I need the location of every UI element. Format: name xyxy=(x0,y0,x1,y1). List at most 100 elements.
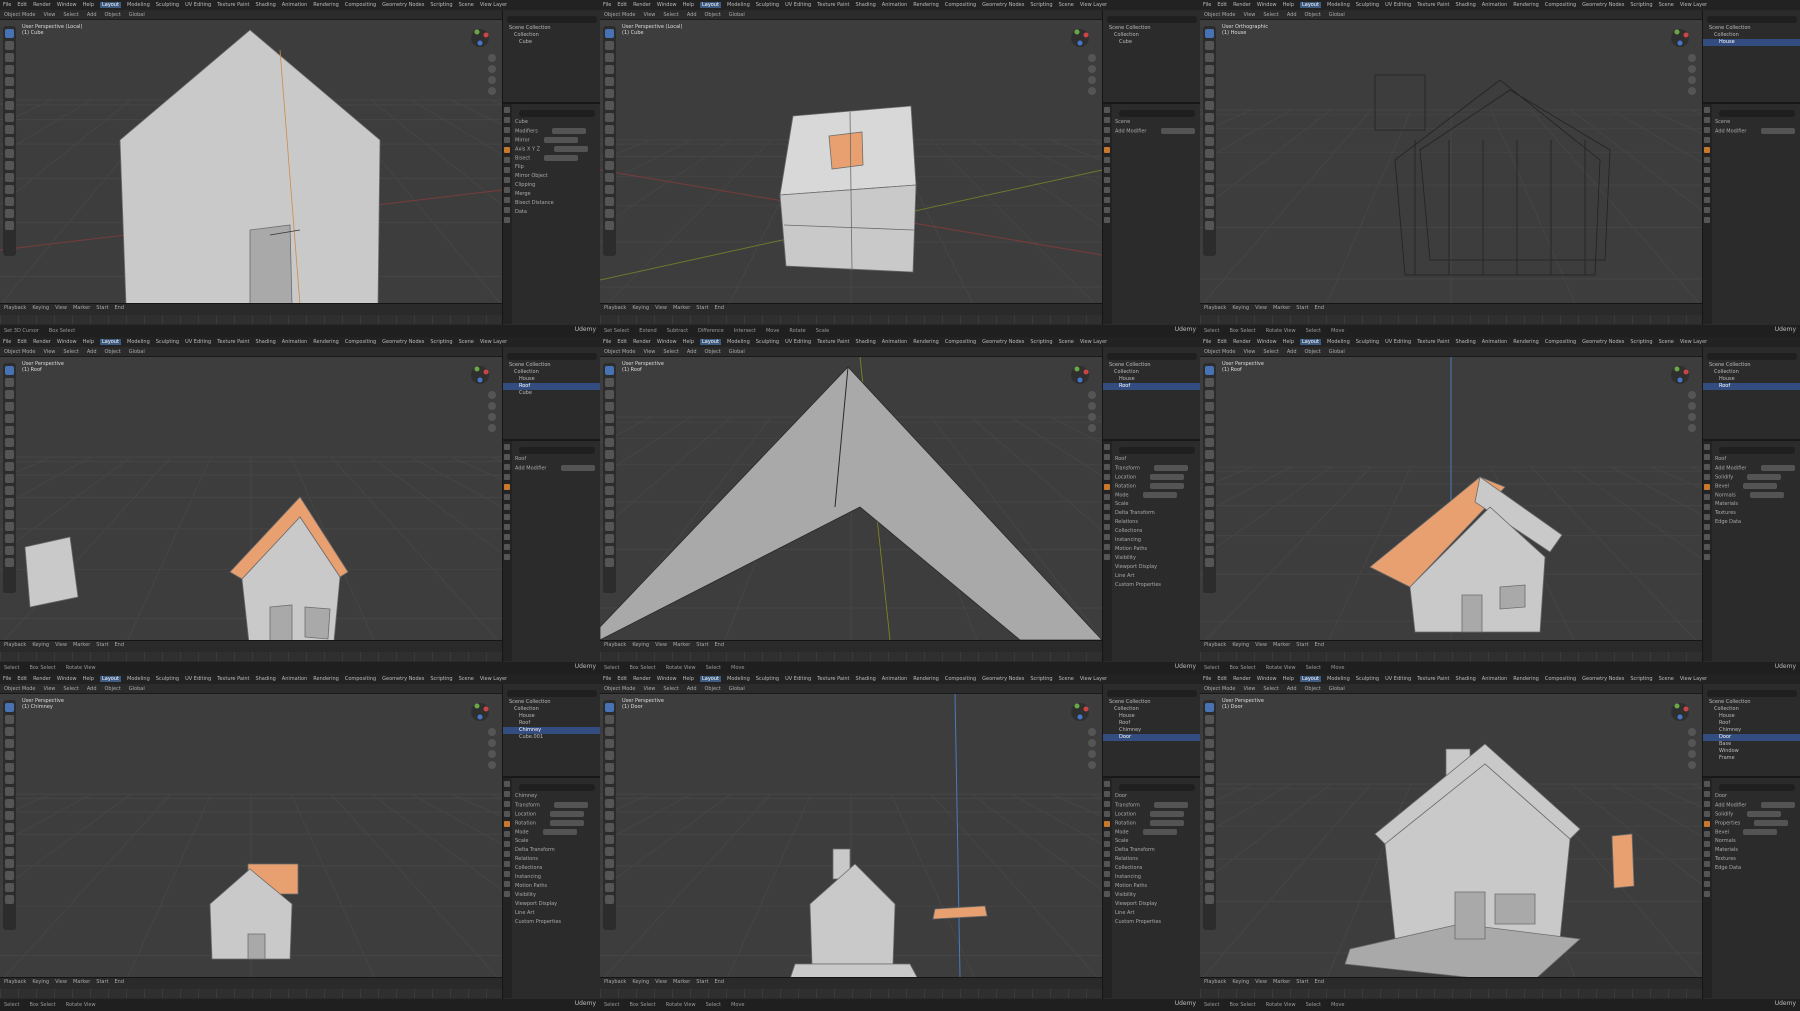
timeline-menu-marker[interactable]: Marker xyxy=(673,642,690,648)
outliner-search[interactable] xyxy=(1707,690,1797,697)
menu-edit[interactable]: Edit xyxy=(1217,2,1227,8)
menu-window[interactable]: Window xyxy=(1257,2,1277,8)
properties-tab-icon[interactable] xyxy=(1704,474,1710,480)
view-layer-selector[interactable]: View Layer xyxy=(1080,2,1107,8)
outliner-item[interactable]: Scene Collection xyxy=(1103,25,1200,32)
workspace-tab-animation[interactable]: Animation xyxy=(1482,2,1508,8)
tool-button[interactable] xyxy=(1205,197,1214,206)
properties-tab-icon[interactable] xyxy=(1104,217,1110,223)
properties-search[interactable] xyxy=(1719,110,1795,117)
properties-tab-icon[interactable] xyxy=(1104,167,1110,173)
tool-button[interactable] xyxy=(1205,823,1214,832)
workspace-tab-shading[interactable]: Shading xyxy=(1455,2,1475,8)
viewport-menu-view[interactable]: View xyxy=(644,12,656,18)
3d-viewport[interactable]: User Perspective (1) Roof xyxy=(1200,357,1702,640)
tool-button[interactable] xyxy=(605,366,614,375)
tool-button[interactable] xyxy=(5,125,14,134)
property-row[interactable]: Transform xyxy=(1115,465,1199,472)
menu-render[interactable]: Render xyxy=(633,2,651,8)
properties-search[interactable] xyxy=(519,447,595,454)
tool-button[interactable] xyxy=(5,534,14,543)
property-field[interactable] xyxy=(542,829,577,835)
properties-tab-icon[interactable] xyxy=(1704,544,1710,550)
outliner-item[interactable]: Roof xyxy=(1703,720,1800,727)
property-row[interactable]: Solidify xyxy=(1715,811,1799,818)
menu-help[interactable]: Help xyxy=(683,676,694,682)
properties-tab-icon[interactable] xyxy=(1704,127,1710,133)
outliner-item[interactable]: Scene Collection xyxy=(1103,362,1200,369)
menu-help[interactable]: Help xyxy=(1283,339,1294,345)
tool-button[interactable] xyxy=(1205,65,1214,74)
workspace-tab-texture-paint[interactable]: Texture Paint xyxy=(1417,339,1449,345)
menu-help[interactable]: Help xyxy=(1283,2,1294,8)
zoom-icon[interactable] xyxy=(488,54,496,62)
orientation-dropdown[interactable]: Global xyxy=(729,686,745,692)
property-row[interactable]: Scene xyxy=(1115,119,1199,126)
pan-icon[interactable] xyxy=(488,65,496,73)
outliner-item[interactable]: Frame xyxy=(1703,755,1800,762)
view-layer-selector[interactable]: View Layer xyxy=(1080,676,1107,682)
properties-tab-icon[interactable] xyxy=(504,891,510,897)
viewport-menu-view[interactable]: View xyxy=(1244,12,1256,18)
workspace-tab-geometry-nodes[interactable]: Geometry Nodes xyxy=(982,676,1024,682)
workspace-tab-geometry-nodes[interactable]: Geometry Nodes xyxy=(382,676,424,682)
3d-viewport[interactable]: User Perspective (1) Roof xyxy=(0,357,502,640)
scene-selector[interactable]: Scene xyxy=(1659,2,1674,8)
properties-tab-icon[interactable] xyxy=(1104,504,1110,510)
tool-button[interactable] xyxy=(605,546,614,555)
outliner-item[interactable]: Scene Collection xyxy=(1703,362,1800,369)
menu-window[interactable]: Window xyxy=(1257,676,1277,682)
mode-dropdown[interactable]: Object Mode xyxy=(4,686,36,692)
orientation-dropdown[interactable]: Global xyxy=(1329,12,1345,18)
property-field[interactable] xyxy=(1149,820,1184,826)
tool-button[interactable] xyxy=(605,29,614,38)
property-row[interactable]: Custom Properties xyxy=(1115,919,1199,926)
zoom-icon[interactable] xyxy=(1088,391,1096,399)
outliner[interactable]: Scene Collection Collection House Roof Chimn… xyxy=(1703,684,1800,778)
tool-button[interactable] xyxy=(1205,847,1214,856)
property-row[interactable]: Roof xyxy=(515,456,599,463)
workspace-tab-animation[interactable]: Animation xyxy=(282,339,308,345)
outliner[interactable]: Scene Collection Collection House Roof Chimn… xyxy=(503,684,600,778)
tool-button[interactable] xyxy=(605,378,614,387)
menu-window[interactable]: Window xyxy=(57,676,77,682)
property-row[interactable]: Merge xyxy=(515,191,599,198)
menu-file[interactable]: File xyxy=(603,2,611,8)
tool-button[interactable] xyxy=(1205,558,1214,567)
menu-render[interactable]: Render xyxy=(633,339,651,345)
properties-tab-icon[interactable] xyxy=(1104,107,1110,113)
properties-tab-icon[interactable] xyxy=(1704,821,1710,827)
tool-button[interactable] xyxy=(1205,787,1214,796)
scene-selector[interactable]: Scene xyxy=(459,2,474,8)
view-layer-selector[interactable]: View Layer xyxy=(1680,339,1707,345)
viewport-scene[interactable] xyxy=(600,20,1102,303)
outliner-item[interactable]: Door xyxy=(1103,734,1200,741)
timeline-ruler[interactable] xyxy=(0,315,502,324)
tool-button[interactable] xyxy=(605,787,614,796)
menu-help[interactable]: Help xyxy=(683,339,694,345)
tool-button[interactable] xyxy=(1205,390,1214,399)
properties-tab-icon[interactable] xyxy=(1704,117,1710,123)
properties-tab-icon[interactable] xyxy=(1704,781,1710,787)
workspace-tab-modeling[interactable]: Modeling xyxy=(727,339,750,345)
properties-tab-icon[interactable] xyxy=(504,534,510,540)
properties-tab-icon[interactable] xyxy=(1104,127,1110,133)
properties-tab-icon[interactable] xyxy=(1104,197,1110,203)
properties-tab-icon[interactable] xyxy=(504,167,510,173)
tool-button[interactable] xyxy=(1205,799,1214,808)
tool-button[interactable] xyxy=(5,486,14,495)
workspace-tab-compositing[interactable]: Compositing xyxy=(345,2,376,8)
tool-button[interactable] xyxy=(1205,402,1214,411)
tool-button[interactable] xyxy=(1205,125,1214,134)
workspace-tab-modeling[interactable]: Modeling xyxy=(727,676,750,682)
viewport-menu-select[interactable]: Select xyxy=(663,349,678,355)
properties-tab-icon[interactable] xyxy=(1104,177,1110,183)
property-row[interactable]: Motion Paths xyxy=(1115,546,1199,553)
menu-window[interactable]: Window xyxy=(57,2,77,8)
workspace-tab-sculpting[interactable]: Sculpting xyxy=(156,339,179,345)
properties-search[interactable] xyxy=(1119,447,1195,454)
view-layer-selector[interactable]: View Layer xyxy=(480,339,507,345)
timeline-menu-marker[interactable]: Marker xyxy=(1273,305,1290,311)
tool-button[interactable] xyxy=(605,197,614,206)
tool-button[interactable] xyxy=(605,522,614,531)
